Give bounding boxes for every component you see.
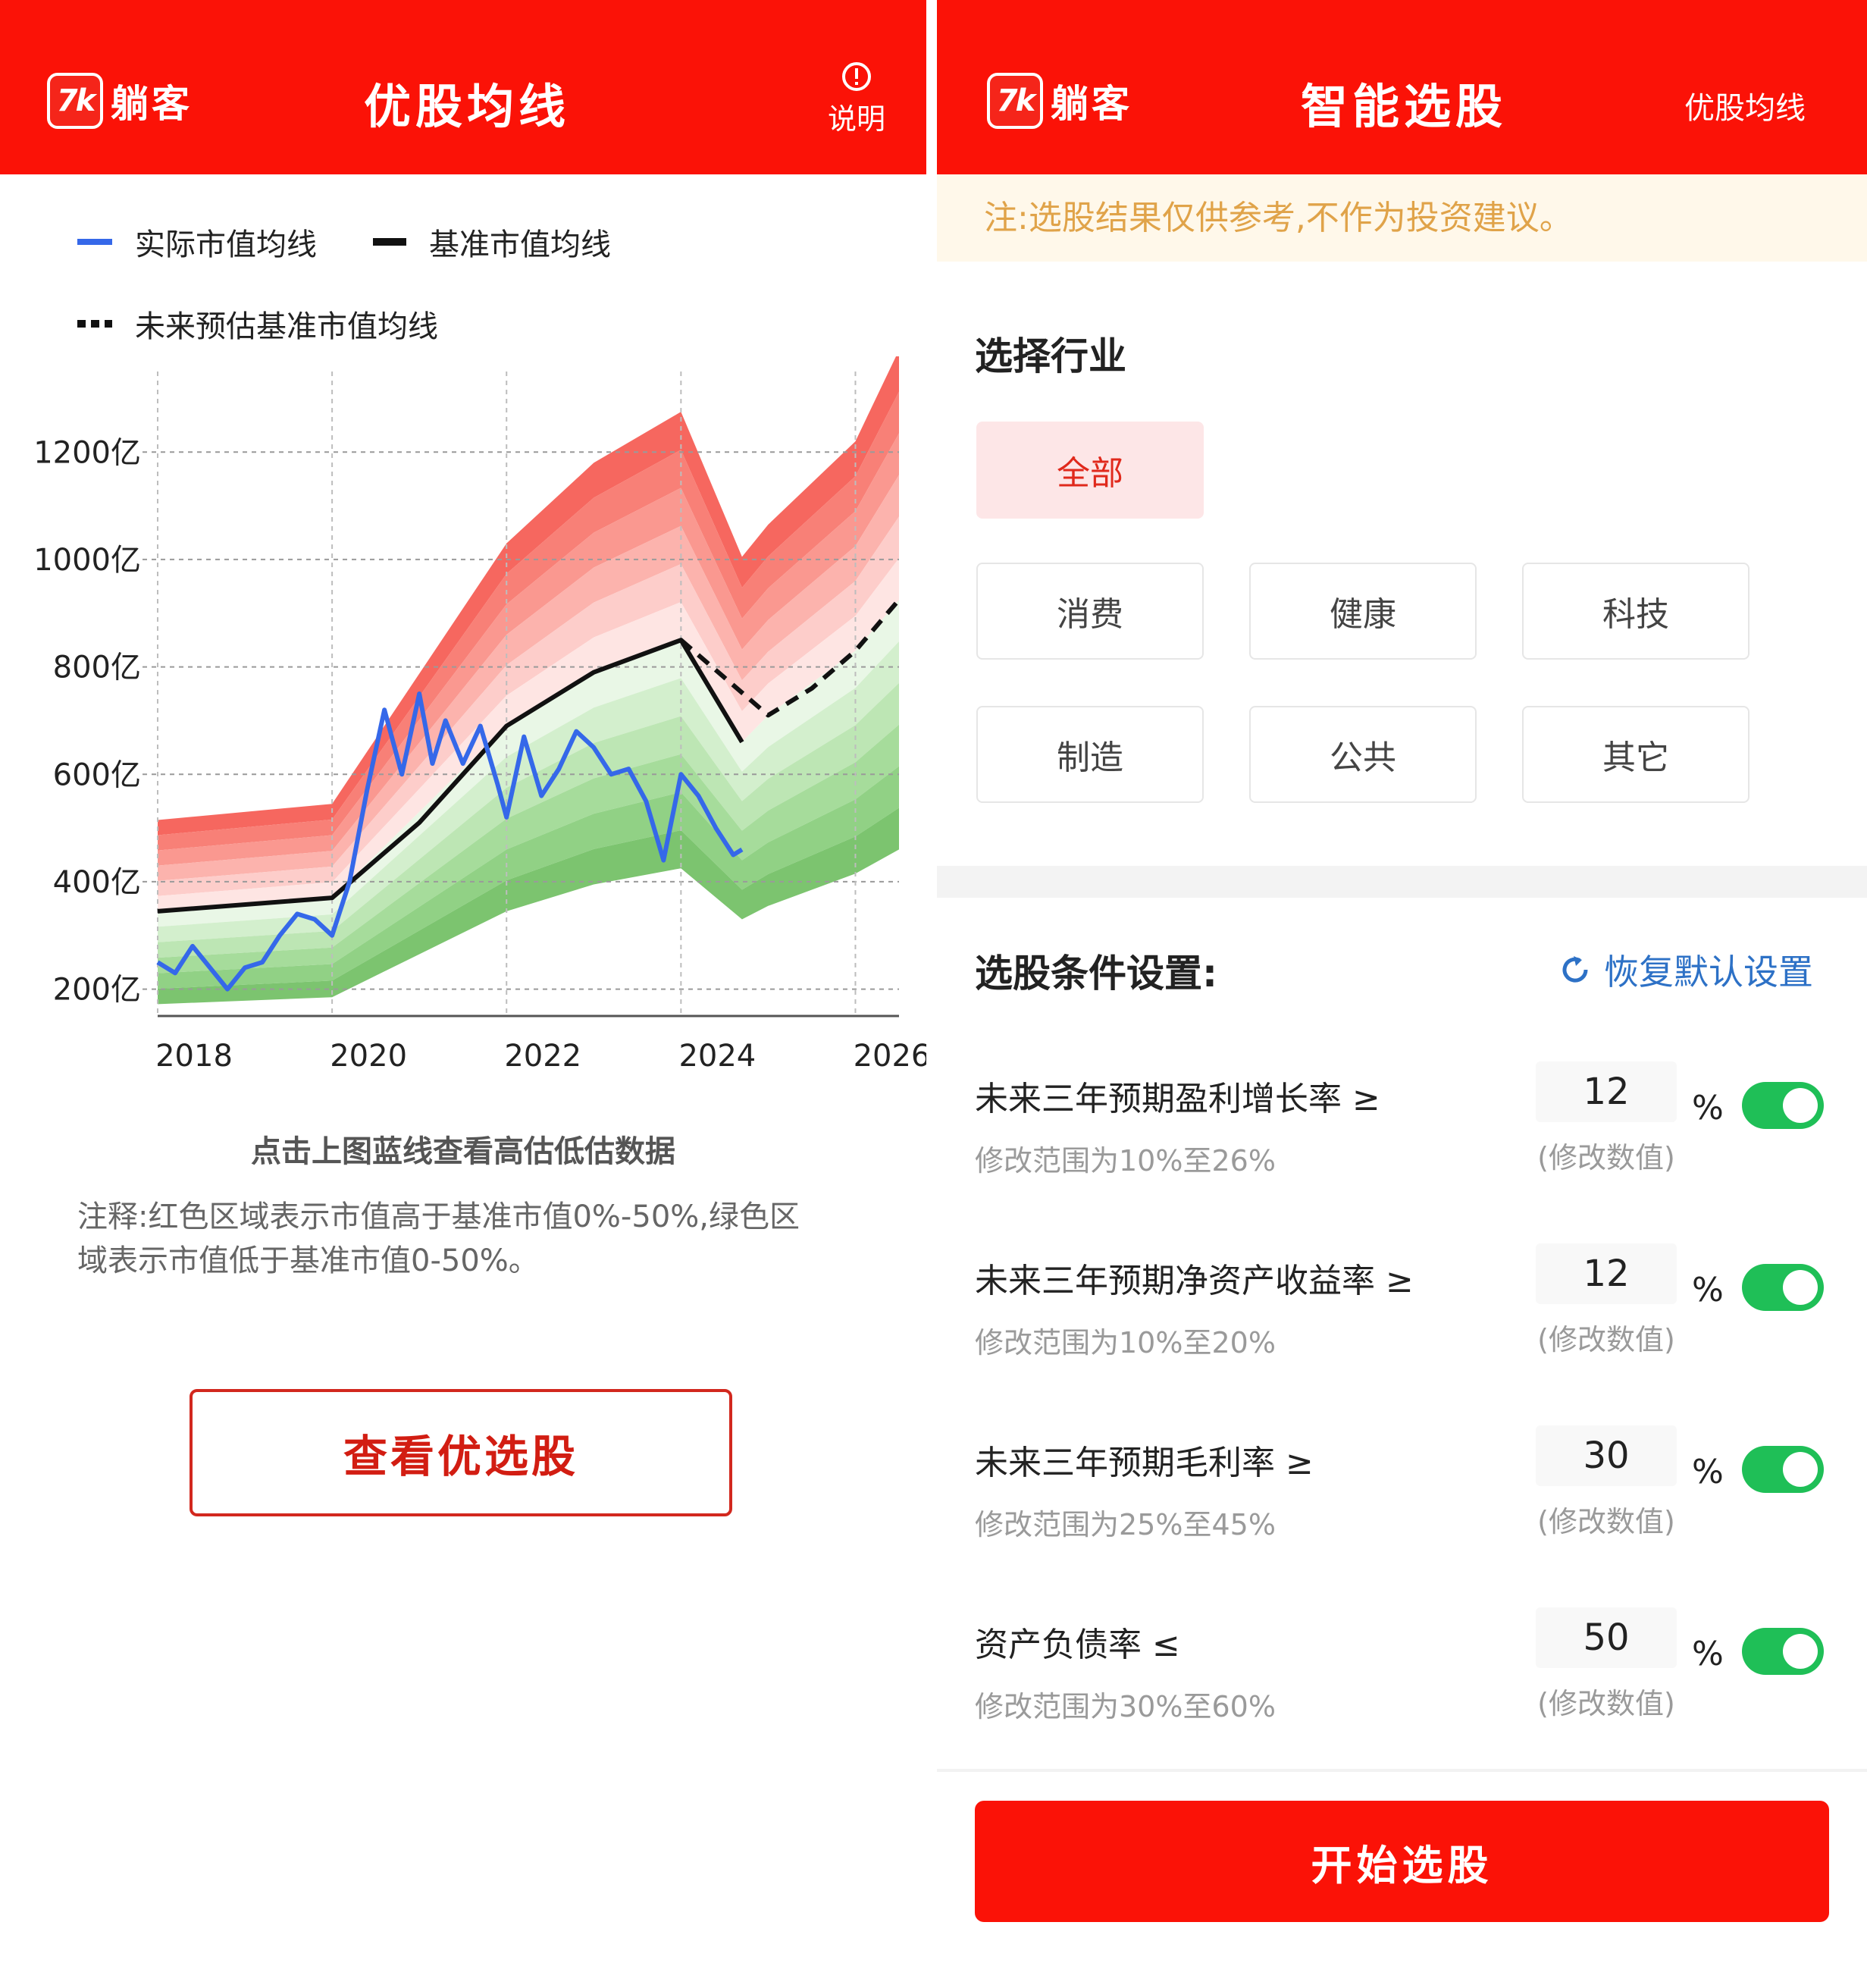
condition-range: 修改范围为10%至26% [975, 1144, 1276, 1177]
conditions-section-title: 选股条件设置: [975, 952, 1217, 996]
disclaimer-notice: 注:选股结果仅供参考,不作为投资建议。 [937, 174, 1867, 262]
condition-range: 修改范围为25%至45% [975, 1508, 1276, 1541]
condition-label: 未来三年预期毛利率 ≥ [975, 1444, 1314, 1482]
panel-divider [926, 0, 937, 1988]
help-button[interactable]: 说明 [819, 61, 894, 137]
legend-actual: 实际市值均线 [77, 220, 317, 264]
section-gap [937, 866, 1867, 898]
app-logo: 7k 躺客 [987, 73, 1132, 129]
industry-chip-public[interactable]: 公共 [1249, 706, 1477, 803]
chart-note: 注释:红色区域表示市值高于基准市值0%-50%,绿色区 域表示市值低于基准市值0… [77, 1195, 800, 1283]
x-tick-label: 2026 [854, 1039, 926, 1074]
condition-range: 修改范围为10%至20% [975, 1326, 1276, 1359]
condition-label: 未来三年预期净资产收益率 ≥ [975, 1262, 1414, 1300]
header-bar: 7k 躺客 优股均线 说明 [0, 0, 926, 174]
legend-label-actual: 实际市值均线 [135, 227, 317, 262]
condition-toggle[interactable] [1742, 1446, 1824, 1493]
industry-chip-manufacturing[interactable]: 制造 [976, 706, 1204, 803]
logo-mark: 7k [47, 73, 103, 129]
x-tick-label: 2020 [330, 1039, 407, 1074]
condition-edit-hint: (修改数值) [1537, 1323, 1675, 1356]
y-tick-label: 600亿 [53, 757, 141, 792]
legend-label-base: 基准市值均线 [429, 227, 611, 262]
industry-chip-all[interactable]: 全部 [976, 422, 1204, 519]
condition-label: 未来三年预期盈利增长率 ≥ [975, 1080, 1380, 1118]
x-tick-label: 2018 [155, 1039, 233, 1074]
condition-value-input[interactable]: 12 [1536, 1061, 1677, 1122]
industry-chip-health[interactable]: 健康 [1249, 563, 1477, 660]
y-tick-label: 200亿 [53, 973, 141, 1008]
reset-label: 恢复默认设置 [1604, 952, 1813, 992]
condition-range: 修改范围为30%至60% [975, 1690, 1276, 1723]
chart-note-line1: 注释:红色区域表示市值高于基准市值0%-50%,绿色区 [77, 1199, 800, 1234]
condition-toggle[interactable] [1742, 1082, 1824, 1129]
y-tick-label: 800亿 [53, 651, 141, 685]
app-logo: 7k 躺客 [47, 73, 193, 129]
market-value-chart[interactable]: 200亿 400亿 600亿 800亿 1000亿 1200亿 2018 2020 2022 20… [0, 356, 926, 1084]
toggle-knob [1783, 1634, 1818, 1669]
industry-chip-consumer[interactable]: 消费 [976, 563, 1204, 660]
x-tick-label: 2022 [504, 1039, 581, 1074]
condition-edit-hint: (修改数值) [1537, 1505, 1675, 1538]
refresh-icon [1562, 956, 1588, 983]
info-icon [842, 62, 871, 91]
bottom-bar-separator [937, 1769, 1867, 1772]
condition-edit-hint: (修改数值) [1537, 1687, 1675, 1720]
condition-edit-hint: (修改数值) [1537, 1141, 1675, 1174]
y-tick-label: 1200亿 [33, 435, 141, 470]
header-bar: 7k 躺客 智能选股 优股均线 [937, 0, 1867, 174]
right-screen: 7k 躺客 智能选股 优股均线 注:选股结果仅供参考,不作为投资建议。 选择行业… [937, 0, 1867, 1988]
legend-swatch-actual [77, 239, 112, 245]
condition-unit: % [1692, 1453, 1724, 1491]
legend-label-future: 未来预估基准市值均线 [135, 309, 438, 344]
toggle-knob [1783, 1270, 1818, 1305]
legend-base: 基准市值均线 [373, 220, 611, 264]
toggle-knob [1783, 1452, 1818, 1487]
reset-defaults-button[interactable]: 恢复默认设置 [1557, 945, 1813, 995]
condition-unit: % [1692, 1271, 1724, 1309]
logo-text: 躺客 [111, 82, 193, 126]
help-label: 说明 [827, 102, 885, 136]
industry-chip-other[interactable]: 其它 [1522, 706, 1750, 803]
page-title: 智能选股 [1301, 79, 1508, 134]
page-title: 优股均线 [364, 79, 571, 134]
legend-swatch-future [77, 320, 112, 328]
legend-future: 未来预估基准市值均线 [77, 302, 438, 346]
legend-swatch-base [373, 238, 406, 246]
industry-chip-tech[interactable]: 科技 [1522, 563, 1750, 660]
condition-label: 资产负债率 ≤ [975, 1626, 1180, 1664]
condition-value-input[interactable]: 12 [1536, 1243, 1677, 1304]
condition-value-input[interactable]: 30 [1536, 1425, 1677, 1486]
y-tick-label: 400亿 [53, 865, 141, 900]
condition-toggle[interactable] [1742, 1264, 1824, 1311]
industry-section-title: 选择行业 [975, 334, 1126, 378]
logo-mark: 7k [987, 73, 1043, 129]
view-picks-button[interactable]: 查看优选股 [190, 1389, 732, 1516]
chart-note-line2: 域表示市值低于基准市值0-50%。 [77, 1243, 539, 1278]
toggle-knob [1783, 1088, 1818, 1123]
y-tick-label: 1000亿 [33, 543, 141, 578]
chart-hint: 点击上图蓝线查看高估低估数据 [251, 1134, 675, 1169]
x-tick-label: 2024 [678, 1039, 756, 1074]
left-screen: 7k 躺客 优股均线 说明 实际市值均线 基准市值均线 未来预估基准市值均线 2… [0, 0, 926, 1988]
link-stock-ma[interactable]: 优股均线 [1684, 83, 1806, 127]
condition-toggle[interactable] [1742, 1628, 1824, 1675]
start-screening-button[interactable]: 开始选股 [975, 1801, 1829, 1922]
logo-text: 躺客 [1051, 82, 1132, 126]
condition-unit: % [1692, 1635, 1724, 1673]
condition-unit: % [1692, 1089, 1724, 1127]
condition-value-input[interactable]: 50 [1536, 1607, 1677, 1668]
